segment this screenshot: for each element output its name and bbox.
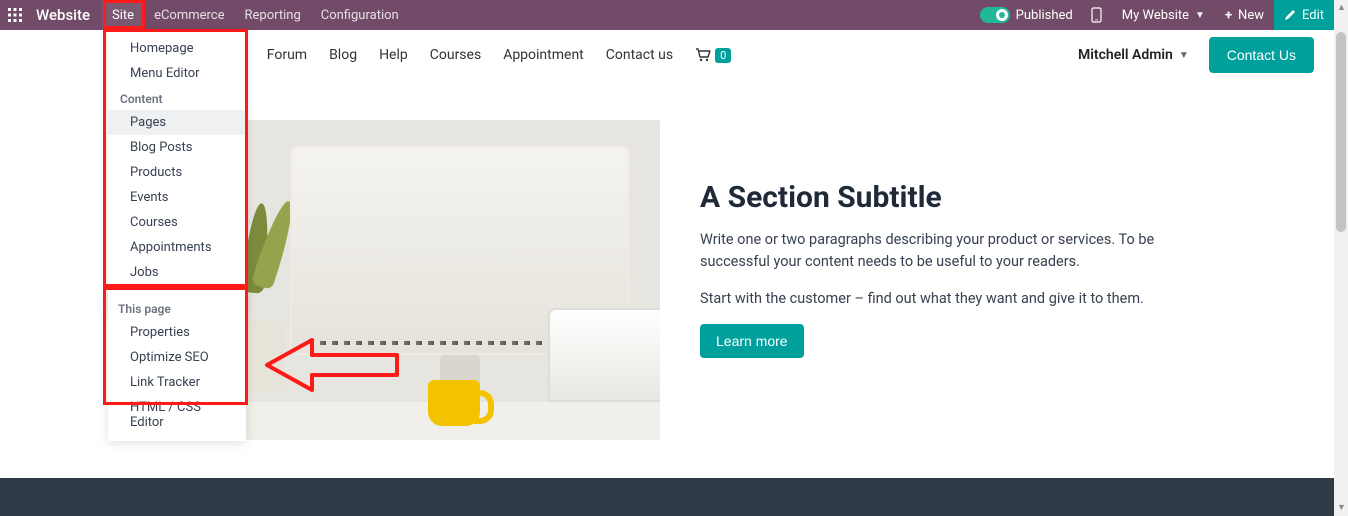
editor-topbar: Website Site eCommerce Reporting Configu… [0,0,1334,30]
dd-courses[interactable]: Courses [108,210,246,235]
hero-paragraph-1: Write one or two paragraphs describing y… [700,229,1200,274]
dd-homepage[interactable]: Homepage [108,36,246,61]
user-menu[interactable]: Mitchell Admin ▼ [1078,47,1189,63]
cart-badge: 0 [715,48,731,63]
dd-properties[interactable]: Properties [108,320,246,345]
dd-events[interactable]: Events [108,185,246,210]
dd-pages[interactable]: Pages [108,110,246,135]
topmenu-site[interactable]: Site [102,0,144,30]
footer-band [0,478,1334,516]
dd-products[interactable]: Products [108,160,246,185]
cart-button[interactable]: 0 [695,48,731,63]
mug-shape [428,380,480,426]
hero-paragraph-2: Start with the customer – find out what … [700,288,1200,310]
dd-optimize-seo[interactable]: Optimize SEO [108,345,246,370]
edit-label: Edit [1302,8,1324,23]
check-icon [996,9,1008,21]
nav-help[interactable]: Help [379,47,408,63]
nav-courses[interactable]: Courses [430,47,481,63]
apps-icon[interactable] [0,0,30,30]
topbar-right: Published My Website ▼ + New Edit [972,0,1334,30]
published-toggle-wrap: Published [972,0,1081,30]
nav-appointment[interactable]: Appointment [503,47,584,63]
my-website-dropdown[interactable]: My Website ▼ [1112,0,1215,30]
nav-forum[interactable]: Forum [267,47,307,63]
user-name-label: Mitchell Admin [1078,47,1173,63]
section-subtitle: A Section Subtitle [700,180,1274,215]
topmenu-configuration[interactable]: Configuration [311,0,409,30]
nav-blog[interactable]: Blog [329,47,357,63]
published-label: Published [1016,8,1073,23]
phone-icon [1091,7,1102,23]
my-website-label: My Website [1122,8,1189,23]
plus-icon: + [1225,8,1232,23]
vertical-scrollbar[interactable]: ▲ ▼ [1334,0,1348,516]
topbar-left: Website Site eCommerce Reporting Configu… [0,0,409,30]
new-label: New [1238,8,1264,23]
dd-appointments[interactable]: Appointments [108,235,246,260]
site-dropdown: Homepage Menu Editor Content Pages Blog … [108,30,246,316]
dd-link-tracker[interactable]: Link Tracker [108,370,246,395]
hero-text: A Section Subtitle Write one or two para… [700,120,1274,440]
dd-blog-posts[interactable]: Blog Posts [108,135,246,160]
scroll-down-icon[interactable]: ▼ [1337,504,1345,512]
scroll-up-icon[interactable]: ▲ [1337,4,1345,12]
brand-label[interactable]: Website [30,0,102,30]
chevron-down-icon: ▼ [1179,50,1189,61]
published-toggle[interactable] [980,7,1010,23]
dd-jobs[interactable]: Jobs [108,260,246,285]
chevron-down-icon: ▼ [1195,10,1205,21]
learn-more-button[interactable]: Learn more [700,324,804,358]
dd-header-thispage: This page [108,296,246,320]
laptop-shape [550,310,660,400]
dd-menu-editor[interactable]: Menu Editor [108,61,246,86]
new-button[interactable]: + New [1215,0,1274,30]
topmenu-reporting[interactable]: Reporting [235,0,311,30]
nav-right: Mitchell Admin ▼ Contact Us [1078,37,1314,73]
dd-header-content: Content [108,86,246,110]
cart-icon [695,48,711,62]
nav-contact[interactable]: Contact us [606,47,673,63]
top-menu: Site eCommerce Reporting Configuration [102,0,409,30]
pencil-icon [1284,9,1296,21]
site-dropdown-thispage: This page Properties Optimize SEO Link T… [108,290,246,441]
topmenu-ecommerce[interactable]: eCommerce [144,0,234,30]
edit-button[interactable]: Edit [1274,0,1334,30]
mobile-preview-button[interactable] [1081,0,1112,30]
contact-us-button[interactable]: Contact Us [1209,37,1314,73]
dd-html-css-editor[interactable]: HTML / CSS Editor [108,395,246,435]
scroll-thumb[interactable] [1336,32,1346,232]
